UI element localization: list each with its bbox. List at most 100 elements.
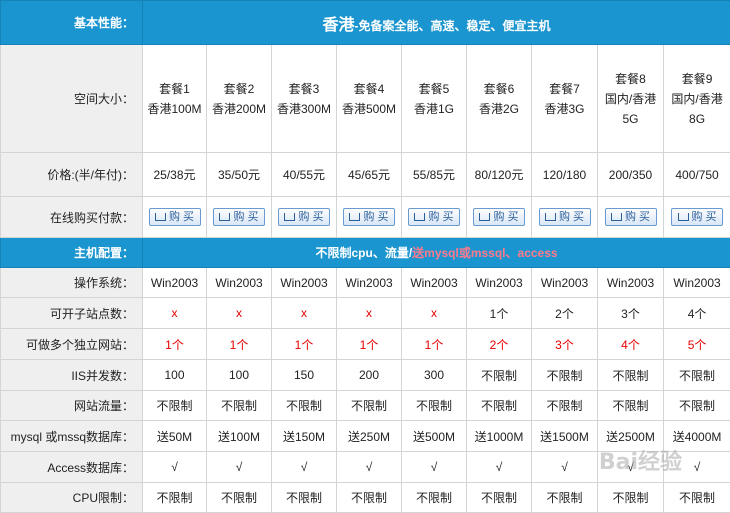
- price-cell: 200/350: [598, 153, 664, 197]
- buy-button[interactable]: 购 买: [408, 208, 460, 226]
- feature-row: 可做多个独立网站：1个1个1个1个1个2个3个4个5个: [1, 329, 730, 360]
- feature-cell: 不限制: [598, 483, 664, 513]
- buy-button[interactable]: 购 买: [539, 208, 591, 226]
- feature-cell: 不限制: [272, 483, 337, 513]
- buy-button[interactable]: 购 买: [671, 208, 723, 226]
- package-cell: 套餐5香港1G: [402, 45, 467, 153]
- feature-cell: 200: [337, 360, 402, 391]
- feature-cell: 不限制: [532, 360, 598, 391]
- buy-button[interactable]: 购 买: [343, 208, 395, 226]
- space-label: 空间大小：: [1, 45, 143, 153]
- feature-cell: 不限制: [598, 360, 664, 391]
- buy-cell: 购 买: [337, 197, 402, 238]
- price-row: 价格:(半/年付)： 25/38元35/50元40/55元45/65元55/85…: [1, 153, 730, 197]
- package-spec: 国内/香港5G: [605, 92, 656, 126]
- feature-cell: Win2003: [664, 268, 730, 298]
- buy-cell: 购 买: [272, 197, 337, 238]
- price-cell: 400/750: [664, 153, 730, 197]
- price-cell: 40/55元: [272, 153, 337, 197]
- config-text-highlight: 送mysql或mssql、access: [412, 246, 557, 260]
- buy-button[interactable]: 购 买: [278, 208, 330, 226]
- buy-label: 在线购买付款：: [1, 197, 143, 238]
- feature-cell: 不限制: [532, 391, 598, 421]
- feature-cell: 不限制: [207, 391, 272, 421]
- cart-icon: [479, 213, 490, 221]
- buy-button[interactable]: 购 买: [473, 208, 525, 226]
- buy-cell: 购 买: [402, 197, 467, 238]
- feature-cell: 送100M: [207, 421, 272, 452]
- feature-cell: 不限制: [598, 391, 664, 421]
- cart-icon: [219, 213, 230, 221]
- feature-cell: 不限制: [143, 483, 207, 513]
- watermark: Bai经验: [599, 444, 682, 476]
- package-name: 套餐7: [549, 82, 580, 96]
- package-cell: 套餐3香港300M: [272, 45, 337, 153]
- package-spec: 香港100M: [147, 102, 201, 116]
- buy-button-label: 购 买: [169, 211, 194, 223]
- feature-cell: √: [402, 452, 467, 483]
- feature-cell: 不限制: [207, 483, 272, 513]
- package-name: 套餐8: [615, 72, 646, 86]
- feature-cell: Win2003: [402, 268, 467, 298]
- feature-label: 可做多个独立网站：: [1, 329, 143, 360]
- feature-cell: √: [532, 452, 598, 483]
- buy-cell: 购 买: [664, 197, 730, 238]
- feature-cell: 送150M: [272, 421, 337, 452]
- feature-cell: 不限制: [467, 391, 532, 421]
- feature-cell: 不限制: [467, 483, 532, 513]
- feature-cell: 不限制: [467, 360, 532, 391]
- cart-icon: [678, 213, 689, 221]
- package-cell: 套餐6香港2G: [467, 45, 532, 153]
- feature-cell: √: [272, 452, 337, 483]
- feature-cell: 不限制: [272, 391, 337, 421]
- feature-cell: 100: [143, 360, 207, 391]
- config-label: 主机配置：: [1, 238, 143, 268]
- feature-row: 可开子站点数：xxxxx1个2个3个4个: [1, 298, 730, 329]
- header-row: 基本性能： 香港-免备案全能、高速、稳定、便宜主机: [1, 1, 730, 45]
- buy-row: 在线购买付款： 购 买购 买购 买购 买购 买购 买购 买购 买购 买: [1, 197, 730, 238]
- package-name: 套餐9: [682, 72, 713, 86]
- buy-cell: 购 买: [143, 197, 207, 238]
- feature-cell: 不限制: [664, 391, 730, 421]
- buy-button[interactable]: 购 买: [213, 208, 265, 226]
- package-cell: 套餐8 国内/香港5G: [598, 45, 664, 153]
- buy-button[interactable]: 购 买: [605, 208, 657, 226]
- feature-cell: 300: [402, 360, 467, 391]
- feature-label: mysql 或mssq数据库：: [1, 421, 143, 452]
- buy-cell: 购 买: [598, 197, 664, 238]
- feature-label: IIS并发数：: [1, 360, 143, 391]
- feature-label: Access数据库：: [1, 452, 143, 483]
- cart-icon: [545, 213, 556, 221]
- package-name: 套餐4: [354, 82, 385, 96]
- price-cell: 120/180: [532, 153, 598, 197]
- buy-button[interactable]: 购 买: [149, 208, 201, 226]
- feature-cell: 150: [272, 360, 337, 391]
- feature-cell: 送250M: [337, 421, 402, 452]
- price-label: 价格:(半/年付)：: [1, 153, 143, 197]
- price-cell: 35/50元: [207, 153, 272, 197]
- feature-cell: 不限制: [337, 391, 402, 421]
- buy-button-label: 购 买: [692, 211, 717, 223]
- feature-cell: √: [207, 452, 272, 483]
- price-cell: 45/65元: [337, 153, 402, 197]
- pricing-table: 基本性能： 香港-免备案全能、高速、稳定、便宜主机 空间大小： 套餐1 香港100…: [0, 0, 730, 513]
- package-name: 套餐1: [159, 82, 190, 96]
- package-cell: 套餐9国内/香港8G: [664, 45, 730, 153]
- package-name: 套餐5: [419, 82, 450, 96]
- feature-cell: Win2003: [207, 268, 272, 298]
- buy-button-label: 购 买: [428, 211, 453, 223]
- buy-button-label: 购 买: [625, 211, 650, 223]
- buy-cell: 购 买: [467, 197, 532, 238]
- cart-icon: [155, 213, 166, 221]
- feature-cell: 1个: [207, 329, 272, 360]
- buy-button-label: 购 买: [298, 211, 323, 223]
- space-row: 空间大小： 套餐1香港100M套餐2香港200M套餐3香港300M套餐4香港50…: [1, 45, 730, 153]
- feature-cell: 1个: [272, 329, 337, 360]
- feature-cell: x: [337, 298, 402, 329]
- feature-cell: 5个: [664, 329, 730, 360]
- feature-cell: 100: [207, 360, 272, 391]
- feature-cell: 3个: [532, 329, 598, 360]
- feature-cell: 送500M: [402, 421, 467, 452]
- feature-cell: Win2003: [467, 268, 532, 298]
- buy-button-label: 购 买: [363, 211, 388, 223]
